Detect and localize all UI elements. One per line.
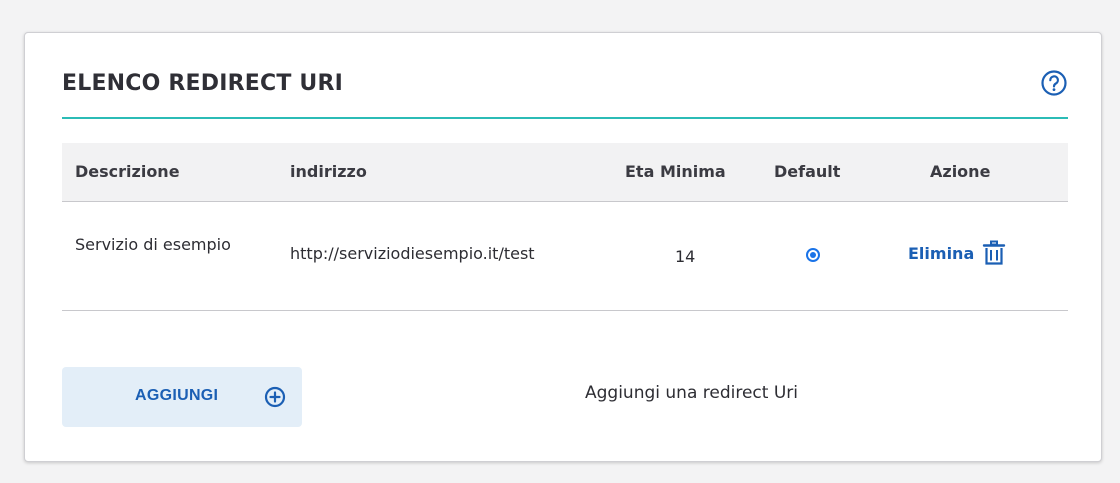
header-address: indirizzo	[290, 162, 367, 181]
default-radio[interactable]	[806, 248, 820, 262]
header-default: Default	[774, 162, 841, 181]
add-button-label: AGGIUNGI	[135, 387, 219, 404]
table-row: Servizio di esempio http://serviziodiese…	[62, 202, 1068, 311]
question-circle-icon[interactable]	[1040, 69, 1068, 97]
header-description: Descrizione	[75, 162, 180, 181]
row-default	[806, 248, 820, 262]
row-address: http://serviziodiesempio.it/test	[290, 244, 535, 263]
add-hint-text: Aggiungi una redirect Uri	[585, 383, 799, 403]
header-min-age: Eta Minima	[625, 162, 726, 181]
delete-button[interactable]: Elimina	[908, 240, 1006, 266]
trash-icon	[983, 240, 1006, 265]
header-action: Azione	[930, 162, 991, 181]
card-header: ELENCO REDIRECT URI	[62, 67, 1068, 119]
add-button[interactable]: AGGIUNGI	[62, 367, 302, 427]
table-header: Descrizione indirizzo Eta Minima Default…	[62, 143, 1068, 202]
redirect-uri-card: ELENCO REDIRECT URI Descrizione indirizz…	[24, 32, 1102, 462]
row-description: Servizio di esempio	[75, 235, 231, 254]
card-title: ELENCO REDIRECT URI	[62, 71, 343, 96]
plus-circle-icon	[264, 386, 286, 408]
delete-label: Elimina	[908, 243, 975, 263]
redirect-uri-table: Descrizione indirizzo Eta Minima Default…	[62, 143, 1068, 311]
row-min-age: 14	[675, 247, 696, 266]
